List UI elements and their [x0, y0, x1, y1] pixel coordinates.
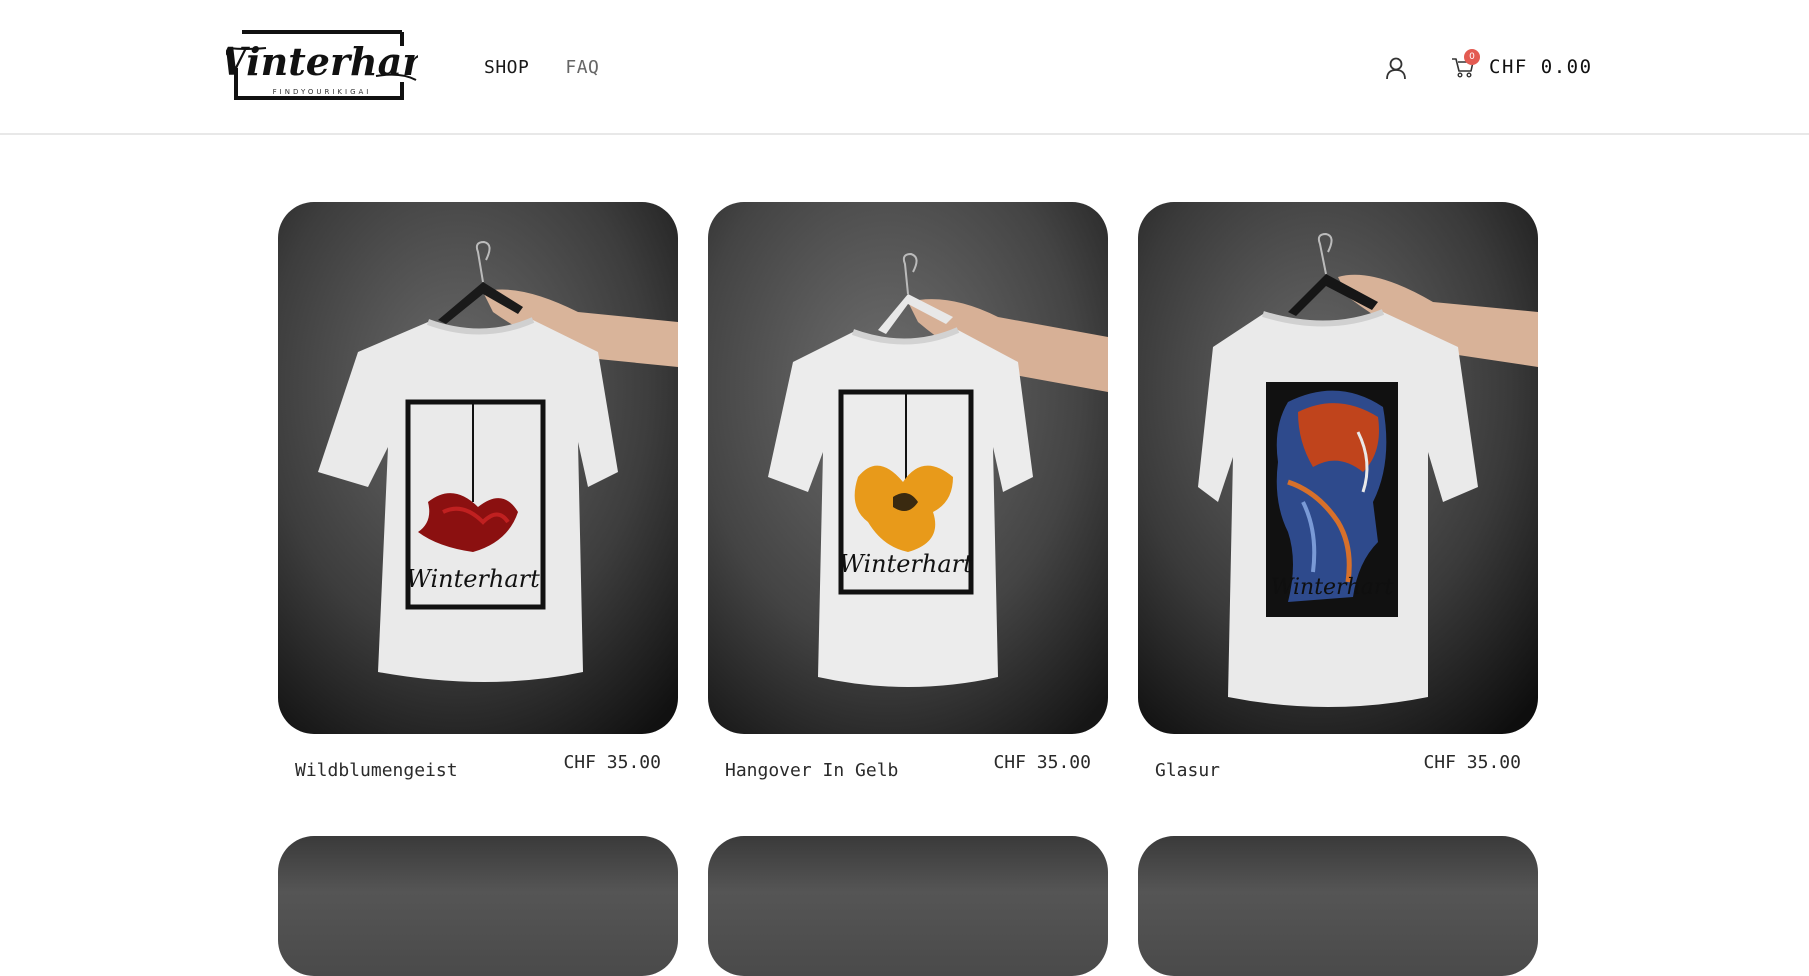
product-name[interactable]: Glasur [1155, 760, 1220, 781]
cart-icon: 0 [1451, 49, 1480, 78]
product-image-next-row[interactable] [708, 836, 1108, 976]
account-user-icon[interactable] [1384, 56, 1408, 80]
svg-text:Winterhart: Winterhart [406, 565, 540, 593]
product-name[interactable]: Hangover In Gelb [725, 760, 898, 781]
winterhart-logo[interactable]: Winterhart FINDYOURIKIGAI [226, 28, 418, 103]
product-name[interactable]: Wildblumengeist [295, 760, 458, 781]
product-price: CHF 35.00 [563, 752, 661, 773]
product-image-next-row[interactable] [278, 836, 678, 976]
svg-text:Winterhart: Winterhart [839, 550, 973, 578]
svg-text:FINDYOURIKIGAI: FINDYOURIKIGAI [273, 88, 372, 96]
product-price: CHF 35.00 [993, 752, 1091, 773]
svg-text:Winterhart: Winterhart [226, 39, 418, 84]
cart-button[interactable]: 0 CHF 0.00 [1451, 49, 1593, 78]
product-image-next-row[interactable] [1138, 836, 1538, 976]
product-card: Winterhart Glasur CHF 35.00 [1138, 202, 1538, 790]
nav-faq[interactable]: FAQ [565, 57, 599, 78]
cart-count-badge: 0 [1464, 49, 1480, 65]
svg-text:Winterhart: Winterhart [1271, 575, 1394, 600]
site-header: Winterhart FINDYOURIKIGAI SHOP FAQ 0 CHF… [0, 0, 1809, 135]
main-nav: SHOP FAQ [484, 57, 599, 78]
product-image[interactable]: Winterhart [1138, 202, 1538, 734]
product-price: CHF 35.00 [1423, 752, 1521, 773]
product-image[interactable]: Winterhart [708, 202, 1108, 734]
nav-shop[interactable]: SHOP [484, 57, 529, 78]
product-image[interactable]: Winterhart [278, 202, 678, 734]
product-card: Winterhart Wildblumengeist CHF 35.00 [278, 202, 678, 790]
cart-total: CHF 0.00 [1489, 56, 1593, 78]
product-card: Winterhart Hangover In Gelb CHF 35.00 [708, 202, 1108, 790]
